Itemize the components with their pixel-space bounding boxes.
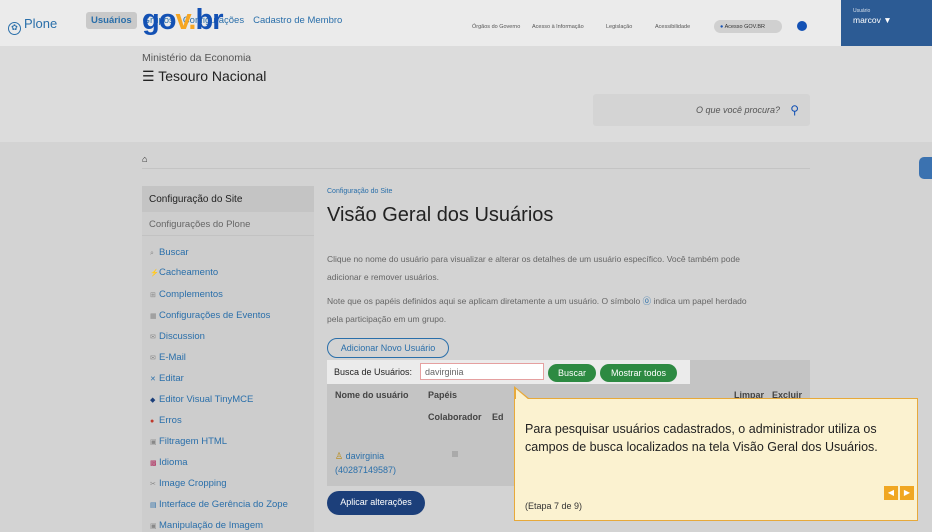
header-link-acesso-info[interactable]: Acesso à Informação	[532, 24, 584, 30]
tooltip-pointer-fill	[515, 389, 529, 400]
language-icon: ▩	[150, 460, 157, 467]
breadcrumb[interactable]: Configuração do Site	[327, 188, 392, 195]
tour-tooltip: Para pesquisar usuários cadastrados, o a…	[514, 398, 918, 521]
search-icon[interactable]: ⚲	[790, 103, 799, 117]
user-id: (40287149587)	[335, 465, 397, 475]
user-menu[interactable]: Usuário marcov ▼	[841, 0, 932, 46]
home-icon[interactable]: ⌂	[142, 154, 147, 164]
sidebar-item-filtragem[interactable]: ▣ Filtragem HTML	[150, 436, 227, 447]
plone-toolbar: ✿ Plone Usuários Grupos Configurações Cadast…	[0, 0, 932, 46]
cache-icon: ⚡	[150, 270, 159, 277]
user-label: Usuário	[853, 8, 871, 14]
zope-icon: ▤	[150, 502, 157, 509]
sidebar-item-email[interactable]: ✉ E-Mail	[150, 352, 186, 363]
govbr-access-button[interactable]: ● Acesso GOV.BR	[714, 20, 782, 33]
site-search[interactable]: O que você procura? ⚲	[593, 94, 810, 126]
sidebar-item-tinymce[interactable]: ◆ Editor Visual TinyMCE	[150, 394, 253, 405]
sidebar-item-erros[interactable]: ● Erros	[150, 415, 182, 426]
next-step-button[interactable]: ▶	[900, 486, 914, 500]
header-link-orgaos[interactable]: Órgãos do Governo	[472, 24, 520, 30]
sidebar-item-editar[interactable]: ✕ Editar	[150, 373, 184, 384]
col-roles: Papéis	[428, 390, 458, 400]
addons-icon: ⊞	[150, 292, 156, 299]
mail-icon: ✉	[150, 355, 156, 362]
toolbar-tab-usuarios[interactable]: Usuários	[86, 12, 137, 29]
header-link-acessibilidade[interactable]: Acessibilidade	[655, 24, 690, 30]
search-placeholder: O que você procura?	[695, 105, 780, 115]
header-link-legislacao[interactable]: Legislação	[606, 24, 632, 30]
tinymce-icon: ◆	[150, 397, 156, 404]
description-1: Clique no nome do usuário para visualiza…	[327, 254, 740, 282]
sidebar-item-buscar[interactable]: ⌕ Buscar	[150, 247, 189, 258]
govbr-logo[interactable]: gov.br	[142, 4, 223, 37]
user-search-input[interactable]: davirginia	[420, 363, 544, 380]
sidebar-item-complementos[interactable]: ⊞ Complementos	[150, 289, 223, 300]
org-name[interactable]: ☰ Tesouro Nacional	[142, 68, 266, 85]
image-icon: ▣	[150, 523, 157, 530]
error-icon: ●	[150, 418, 155, 425]
discussion-icon: ✉	[150, 334, 156, 341]
sidebar-item-cacheamento[interactable]: ⚡Cacheamento	[150, 267, 218, 278]
apply-changes-button[interactable]: Aplicar alterações	[327, 491, 425, 515]
tooltip-step: (Etapa 7 de 9)	[525, 501, 583, 511]
toolbar-tab-cadastro[interactable]: Cadastro de Membro	[253, 15, 342, 26]
filter-icon: ▣	[150, 439, 157, 446]
sidebar-item-idioma[interactable]: ▩ Idioma	[150, 457, 188, 468]
calendar-icon: ▦	[150, 313, 157, 320]
tooltip-text: Para pesquisar usuários cadastrados, o a…	[525, 422, 878, 454]
sidebar-item-eventos[interactable]: ▦ Configurações de Eventos	[150, 310, 270, 321]
contrast-icon[interactable]	[797, 21, 807, 31]
description-2: Note que os papéis definidos aqui se apl…	[327, 296, 747, 324]
divider	[142, 168, 810, 169]
edit-icon: ✕	[150, 376, 156, 383]
search-button[interactable]: Buscar	[548, 364, 596, 382]
show-all-button[interactable]: Mostrar todos	[600, 364, 677, 382]
plone-logo[interactable]: ✿ Plone	[8, 16, 57, 35]
sidebar-item-discussion[interactable]: ✉ Discussion	[150, 331, 205, 342]
sidebar-item-image-cropping[interactable]: ✂ Image Cropping	[150, 478, 227, 489]
search-label: Busca de Usuários:	[334, 367, 413, 377]
add-user-button[interactable]: Adicionar Novo Usuário	[327, 338, 449, 358]
sidebar-item-imagem[interactable]: ▣ Manipulação de Imagem	[150, 520, 263, 531]
page-title: Visão Geral dos Usuários	[327, 204, 554, 226]
sidebar-item-zope[interactable]: ▤ Interface de Gerência do Zope	[150, 499, 288, 510]
sidebar-header[interactable]: Configuração do Site	[142, 186, 314, 212]
role-colaborador: Colaborador	[428, 412, 482, 422]
col-username[interactable]: Nome do usuário	[335, 390, 409, 400]
role-editor: Ed	[492, 412, 504, 422]
user-icon: ♙	[335, 451, 344, 461]
search-icon: ⌕	[150, 250, 154, 257]
crop-icon: ✂	[150, 481, 156, 488]
prev-step-button[interactable]: ◀	[884, 486, 898, 500]
role-checkbox[interactable]	[452, 451, 458, 457]
user-name: marcov ▼	[853, 15, 892, 25]
side-tab-button[interactable]	[919, 157, 932, 179]
plone-logo-icon: ✿	[8, 22, 21, 35]
user-link[interactable]: ♙ davirginia	[335, 451, 384, 462]
inherited-role-icon: ⓪	[642, 296, 652, 306]
user-icon: ●	[720, 24, 724, 30]
ministry-name: Ministério da Economia	[142, 52, 252, 64]
sidebar-subheader[interactable]: Configurações do Plone	[142, 212, 314, 236]
